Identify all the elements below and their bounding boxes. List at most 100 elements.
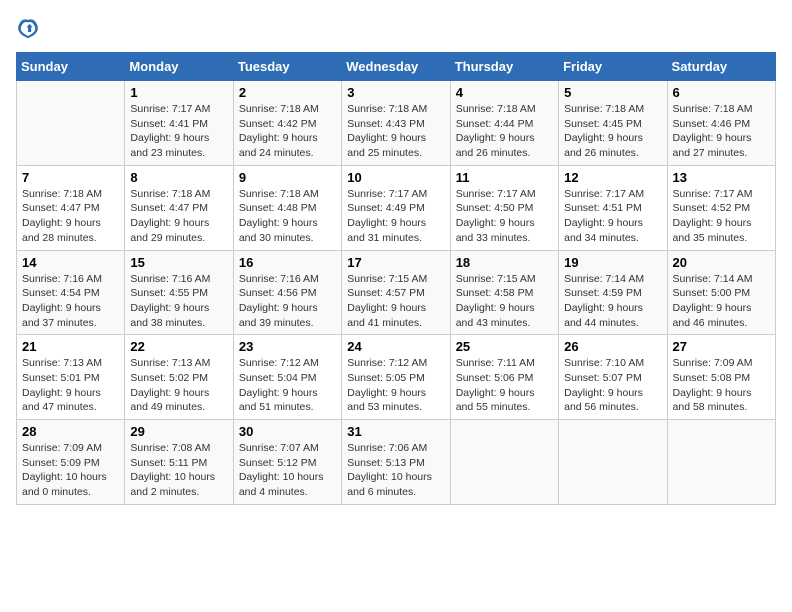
day-number: 8 bbox=[130, 170, 227, 185]
day-cell bbox=[17, 81, 125, 166]
week-row-2: 7 Sunrise: 7:18 AMSunset: 4:47 PMDaylight… bbox=[17, 165, 776, 250]
day-cell: 24 Sunrise: 7:12 AMSunset: 5:05 PMDayligh… bbox=[342, 335, 450, 420]
day-cell: 29Sunrise: 7:08 AMSunset: 5:11 PMDayligh… bbox=[125, 420, 233, 505]
day-detail: Sunrise: 7:13 AMSunset: 5:02 PMDaylight:… bbox=[130, 356, 227, 415]
day-cell: 19 Sunrise: 7:14 AMSunset: 4:59 PMDayligh… bbox=[559, 250, 667, 335]
day-cell bbox=[667, 420, 775, 505]
day-number: 27 bbox=[673, 339, 770, 354]
day-detail: Sunrise: 7:11 AMSunset: 5:06 PMDaylight:… bbox=[456, 356, 553, 415]
day-detail: Sunrise: 7:07 AMSunset: 5:12 PMDaylight:… bbox=[239, 441, 336, 500]
day-detail: Sunrise: 7:18 AMSunset: 4:42 PMDaylight:… bbox=[239, 102, 336, 161]
day-detail: Sunrise: 7:17 AMSunset: 4:52 PMDaylight:… bbox=[673, 187, 770, 246]
day-number: 24 bbox=[347, 339, 444, 354]
day-number: 20 bbox=[673, 255, 770, 270]
day-number: 7 bbox=[22, 170, 119, 185]
week-row-3: 14 Sunrise: 7:16 AMSunset: 4:54 PMDayligh… bbox=[17, 250, 776, 335]
day-cell: 25 Sunrise: 7:11 AMSunset: 5:06 PMDayligh… bbox=[450, 335, 558, 420]
day-number: 4 bbox=[456, 85, 553, 100]
day-detail: Sunrise: 7:09 AMSunset: 5:09 PMDaylight:… bbox=[22, 441, 119, 500]
day-detail: Sunrise: 7:17 AMSunset: 4:41 PMDaylight:… bbox=[130, 102, 227, 161]
day-number: 12 bbox=[564, 170, 661, 185]
day-cell: 9 Sunrise: 7:18 AMSunset: 4:48 PMDaylight… bbox=[233, 165, 341, 250]
day-detail: Sunrise: 7:10 AMSunset: 5:07 PMDaylight:… bbox=[564, 356, 661, 415]
day-number: 13 bbox=[673, 170, 770, 185]
day-cell: 31Sunrise: 7:06 AMSunset: 5:13 PMDayligh… bbox=[342, 420, 450, 505]
day-detail: Sunrise: 7:18 AMSunset: 4:47 PMDaylight:… bbox=[130, 187, 227, 246]
day-detail: Sunrise: 7:15 AMSunset: 4:57 PMDaylight:… bbox=[347, 272, 444, 331]
day-number: 30 bbox=[239, 424, 336, 439]
day-number: 11 bbox=[456, 170, 553, 185]
day-number: 16 bbox=[239, 255, 336, 270]
day-cell: 5Sunrise: 7:18 AMSunset: 4:45 PMDaylight… bbox=[559, 81, 667, 166]
day-cell: 2 Sunrise: 7:18 AMSunset: 4:42 PMDaylight… bbox=[233, 81, 341, 166]
column-header-wednesday: Wednesday bbox=[342, 53, 450, 81]
day-number: 2 bbox=[239, 85, 336, 100]
day-cell: 14 Sunrise: 7:16 AMSunset: 4:54 PMDayligh… bbox=[17, 250, 125, 335]
day-cell: 20 Sunrise: 7:14 AMSunset: 5:00 PMDayligh… bbox=[667, 250, 775, 335]
week-row-1: 1Sunrise: 7:17 AMSunset: 4:41 PMDaylight… bbox=[17, 81, 776, 166]
day-cell: 21Sunrise: 7:13 AMSunset: 5:01 PMDayligh… bbox=[17, 335, 125, 420]
day-cell: 22 Sunrise: 7:13 AMSunset: 5:02 PMDayligh… bbox=[125, 335, 233, 420]
column-header-sunday: Sunday bbox=[17, 53, 125, 81]
day-number: 3 bbox=[347, 85, 444, 100]
day-detail: Sunrise: 7:06 AMSunset: 5:13 PMDaylight:… bbox=[347, 441, 444, 500]
logo bbox=[16, 16, 44, 40]
column-header-tuesday: Tuesday bbox=[233, 53, 341, 81]
day-number: 14 bbox=[22, 255, 119, 270]
day-detail: Sunrise: 7:12 AMSunset: 5:04 PMDaylight:… bbox=[239, 356, 336, 415]
day-detail: Sunrise: 7:17 AMSunset: 4:49 PMDaylight:… bbox=[347, 187, 444, 246]
column-header-friday: Friday bbox=[559, 53, 667, 81]
column-header-monday: Monday bbox=[125, 53, 233, 81]
day-cell: 28 Sunrise: 7:09 AMSunset: 5:09 PMDayligh… bbox=[17, 420, 125, 505]
day-cell bbox=[559, 420, 667, 505]
day-detail: Sunrise: 7:17 AMSunset: 4:51 PMDaylight:… bbox=[564, 187, 661, 246]
header-row: SundayMondayTuesdayWednesdayThursdayFrid… bbox=[17, 53, 776, 81]
day-cell: 27 Sunrise: 7:09 AMSunset: 5:08 PMDayligh… bbox=[667, 335, 775, 420]
day-number: 25 bbox=[456, 339, 553, 354]
day-number: 15 bbox=[130, 255, 227, 270]
day-cell: 23 Sunrise: 7:12 AMSunset: 5:04 PMDayligh… bbox=[233, 335, 341, 420]
day-detail: Sunrise: 7:18 AMSunset: 4:48 PMDaylight:… bbox=[239, 187, 336, 246]
day-cell: 12 Sunrise: 7:17 AMSunset: 4:51 PMDayligh… bbox=[559, 165, 667, 250]
week-row-4: 21Sunrise: 7:13 AMSunset: 5:01 PMDayligh… bbox=[17, 335, 776, 420]
day-cell: 26Sunrise: 7:10 AMSunset: 5:07 PMDayligh… bbox=[559, 335, 667, 420]
day-number: 18 bbox=[456, 255, 553, 270]
day-number: 5 bbox=[564, 85, 661, 100]
day-cell: 17 Sunrise: 7:15 AMSunset: 4:57 PMDayligh… bbox=[342, 250, 450, 335]
day-detail: Sunrise: 7:08 AMSunset: 5:11 PMDaylight:… bbox=[130, 441, 227, 500]
day-cell bbox=[450, 420, 558, 505]
column-header-thursday: Thursday bbox=[450, 53, 558, 81]
day-number: 23 bbox=[239, 339, 336, 354]
day-number: 9 bbox=[239, 170, 336, 185]
day-detail: Sunrise: 7:12 AMSunset: 5:05 PMDaylight:… bbox=[347, 356, 444, 415]
day-cell: 6 Sunrise: 7:18 AMSunset: 4:46 PMDaylight… bbox=[667, 81, 775, 166]
day-detail: Sunrise: 7:14 AMSunset: 4:59 PMDaylight:… bbox=[564, 272, 661, 331]
day-cell: 8 Sunrise: 7:18 AMSunset: 4:47 PMDaylight… bbox=[125, 165, 233, 250]
day-detail: Sunrise: 7:16 AMSunset: 4:56 PMDaylight:… bbox=[239, 272, 336, 331]
week-row-5: 28 Sunrise: 7:09 AMSunset: 5:09 PMDayligh… bbox=[17, 420, 776, 505]
day-cell: 3 Sunrise: 7:18 AMSunset: 4:43 PMDaylight… bbox=[342, 81, 450, 166]
day-detail: Sunrise: 7:15 AMSunset: 4:58 PMDaylight:… bbox=[456, 272, 553, 331]
logo-icon bbox=[16, 16, 40, 40]
column-header-saturday: Saturday bbox=[667, 53, 775, 81]
day-number: 19 bbox=[564, 255, 661, 270]
day-number: 22 bbox=[130, 339, 227, 354]
day-cell: 4Sunrise: 7:18 AMSunset: 4:44 PMDaylight… bbox=[450, 81, 558, 166]
day-number: 28 bbox=[22, 424, 119, 439]
day-detail: Sunrise: 7:16 AMSunset: 4:54 PMDaylight:… bbox=[22, 272, 119, 331]
day-detail: Sunrise: 7:18 AMSunset: 4:43 PMDaylight:… bbox=[347, 102, 444, 161]
day-cell: 1Sunrise: 7:17 AMSunset: 4:41 PMDaylight… bbox=[125, 81, 233, 166]
day-detail: Sunrise: 7:18 AMSunset: 4:46 PMDaylight:… bbox=[673, 102, 770, 161]
day-detail: Sunrise: 7:09 AMSunset: 5:08 PMDaylight:… bbox=[673, 356, 770, 415]
day-number: 21 bbox=[22, 339, 119, 354]
day-detail: Sunrise: 7:16 AMSunset: 4:55 PMDaylight:… bbox=[130, 272, 227, 331]
day-detail: Sunrise: 7:14 AMSunset: 5:00 PMDaylight:… bbox=[673, 272, 770, 331]
day-number: 10 bbox=[347, 170, 444, 185]
day-cell: 30 Sunrise: 7:07 AMSunset: 5:12 PMDayligh… bbox=[233, 420, 341, 505]
page-header bbox=[16, 16, 776, 40]
day-number: 6 bbox=[673, 85, 770, 100]
day-cell: 10 Sunrise: 7:17 AMSunset: 4:49 PMDayligh… bbox=[342, 165, 450, 250]
day-detail: Sunrise: 7:17 AMSunset: 4:50 PMDaylight:… bbox=[456, 187, 553, 246]
day-cell: 7Sunrise: 7:18 AMSunset: 4:47 PMDaylight… bbox=[17, 165, 125, 250]
day-number: 17 bbox=[347, 255, 444, 270]
